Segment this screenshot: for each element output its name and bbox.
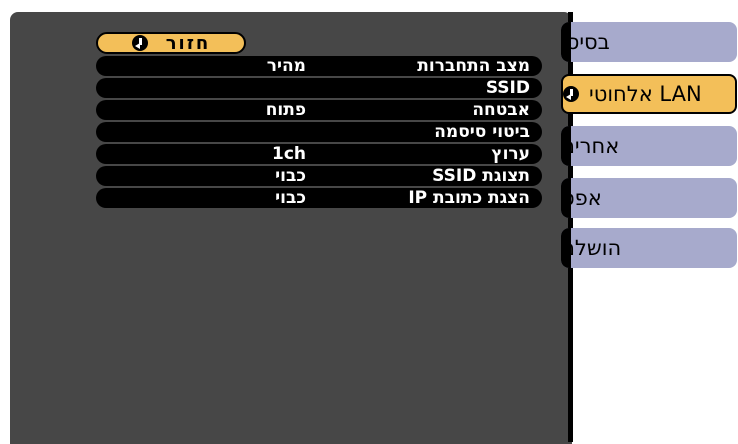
setting-value: כבוי <box>275 166 306 186</box>
settings-list: מצב התחברות מהיר SSID אבטחה פתוח ביטוי ס… <box>96 56 542 210</box>
setting-label: מצב התחברות <box>417 56 530 76</box>
setting-label: ביטוי סיסמה <box>434 122 530 142</box>
tab-basic[interactable]: בסיסי <box>561 22 737 62</box>
back-button-label: חזור <box>165 32 211 54</box>
setting-value: כבוי <box>275 188 306 208</box>
tab-edge <box>561 126 571 166</box>
setting-value: פתוח <box>265 100 306 120</box>
setting-label: ערוץ <box>491 144 530 164</box>
tab-content: LAN אלחוטי <box>563 82 702 106</box>
setting-value: 1ch <box>271 144 306 164</box>
setting-value: מהיר <box>266 56 306 76</box>
tab-edge <box>561 228 571 268</box>
setting-row-ssid-display[interactable]: תצוגת SSID כבוי <box>96 166 542 186</box>
tab-label: LAN אלחוטי <box>589 82 702 106</box>
setting-row-connection-mode[interactable]: מצב התחברות מהיר <box>96 56 542 76</box>
setting-row-security[interactable]: אבטחה פתוח <box>96 100 542 120</box>
tab-others[interactable]: אחרים <box>561 126 737 166</box>
setting-label: הצגת כתובת IP <box>408 188 530 208</box>
setting-row-channel[interactable]: ערוץ 1ch <box>96 144 542 164</box>
tab-complete[interactable]: הושלם <box>561 228 737 268</box>
setting-label: SSID <box>485 78 530 98</box>
enter-icon <box>131 35 148 51</box>
enter-icon <box>563 86 579 102</box>
tab-edge <box>561 178 571 218</box>
setting-row-passphrase[interactable]: ביטוי סיסמה <box>96 122 542 142</box>
setting-row-ip-display[interactable]: הצגת כתובת IP כבוי <box>96 188 542 208</box>
setting-label: אבטחה <box>472 100 530 120</box>
tab-wireless-lan[interactable]: LAN אלחוטי <box>561 74 737 114</box>
setting-row-ssid[interactable]: SSID <box>96 78 542 98</box>
back-button[interactable]: חזור <box>96 32 246 54</box>
tab-edge <box>561 22 571 62</box>
setting-label: תצוגת SSID <box>432 166 530 186</box>
tab-reset[interactable]: אפס <box>561 178 737 218</box>
